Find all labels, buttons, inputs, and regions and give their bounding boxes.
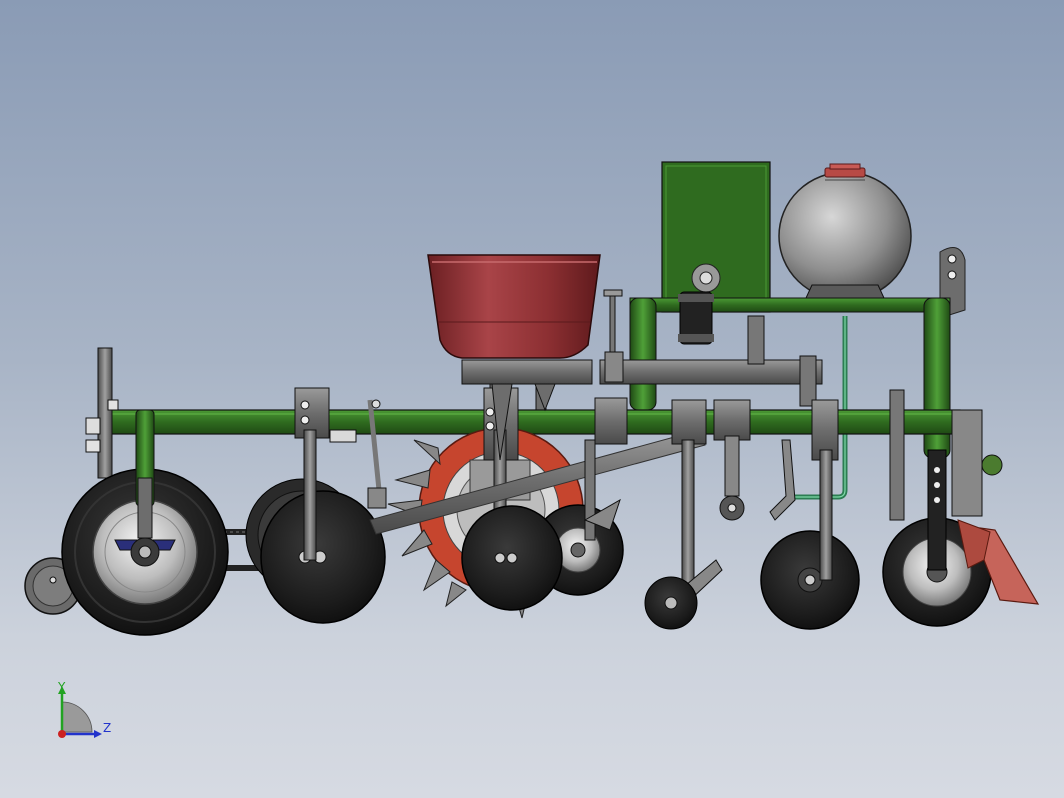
rear-bracket [951, 409, 1003, 517]
gauge-wheel-1[interactable] [260, 490, 386, 624]
triad-z-label: Z [103, 721, 112, 735]
triad-plane-icon [61, 701, 93, 733]
seed-hopper[interactable] [427, 254, 601, 359]
planter-assembly-model[interactable] [0, 0, 1064, 798]
x-axis-icon [58, 730, 66, 738]
front-left-post [85, 347, 113, 479]
control-box[interactable] [661, 161, 771, 313]
triad-y-label: Y [58, 680, 66, 694]
z-arrowhead-icon [94, 730, 102, 738]
fertilizer-tube [713, 399, 751, 521]
water-tank[interactable] [778, 163, 912, 301]
cad-viewport[interactable]: Y Z [0, 0, 1064, 798]
gauge-wheel-2[interactable] [461, 505, 563, 611]
press-wheel-3[interactable] [760, 530, 860, 630]
short-bolt-stud [329, 429, 357, 443]
fertilizer-spout [769, 439, 796, 521]
small-covering-wheel[interactable] [644, 576, 698, 630]
front-wheel-arm [135, 409, 155, 539]
